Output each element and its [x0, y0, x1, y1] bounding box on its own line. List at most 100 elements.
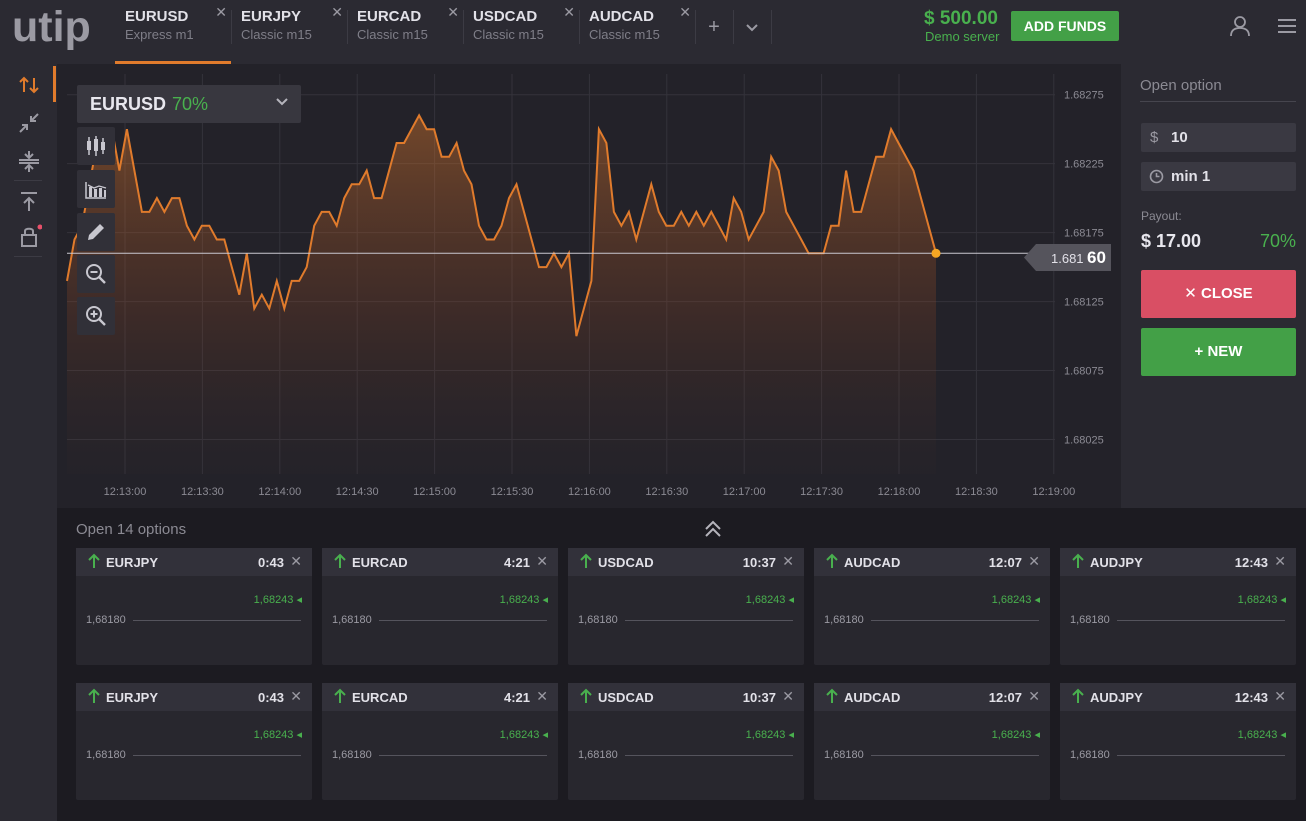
zoom-in-button[interactable] — [77, 297, 115, 335]
add-tab-button[interactable]: + — [699, 12, 729, 42]
option-current-price: 1,68243 ◂ — [499, 594, 548, 606]
arrow-up-icon — [580, 553, 592, 568]
tab-audcad[interactable]: AUDCAD Classic m15 ✕ — [579, 0, 695, 64]
top-bar: utip EURUSD Express m1 ✕ EURJPY Classic … — [0, 0, 1306, 64]
close-icon[interactable]: ✕ — [679, 4, 691, 21]
hamburger-icon[interactable] — [1277, 16, 1297, 36]
compress-icon[interactable] — [16, 148, 42, 174]
option-card[interactable]: AUDCAD 12:07 ✕ 1,68243 ◂ 1,68180 — [814, 548, 1050, 665]
option-card[interactable]: EURCAD 4:21 ✕ 1,68243 ◂ 1,68180 — [322, 548, 558, 665]
tab-symbol: EURUSD — [125, 8, 189, 25]
tab-eurusd[interactable]: EURUSD Express m1 ✕ — [115, 0, 231, 64]
tab-divider — [733, 10, 734, 44]
close-icon[interactable]: ✕ — [536, 688, 548, 705]
x-tick-label: 12:18:00 — [878, 486, 921, 498]
option-card[interactable]: USDCAD 10:37 ✕ 1,68243 ◂ 1,68180 — [568, 683, 804, 800]
close-icon[interactable]: ✕ — [782, 688, 794, 705]
current-price-dot — [931, 248, 941, 258]
option-time: 0:43 — [257, 555, 284, 570]
price-area-fill — [67, 115, 936, 475]
double-chevron-up-icon[interactable] — [701, 518, 725, 540]
close-icon[interactable]: ✕ — [1274, 553, 1286, 570]
close-icon[interactable]: ✕ — [290, 553, 302, 570]
arrow-up-icon — [1072, 553, 1084, 568]
tab-usdcad[interactable]: USDCAD Classic m15 ✕ — [463, 0, 579, 64]
x-tick-label: 12:14:30 — [336, 486, 379, 498]
option-card[interactable]: EURCAD 4:21 ✕ 1,68243 ◂ 1,68180 — [322, 683, 558, 800]
option-card[interactable]: EURJPY 0:43 ✕ 1,68243 ◂ 1,68180 — [76, 548, 312, 665]
option-price-line — [379, 755, 547, 756]
option-card[interactable]: AUDCAD 12:07 ✕ 1,68243 ◂ 1,68180 — [814, 683, 1050, 800]
asset-name: EURUSD — [90, 94, 167, 114]
option-card[interactable]: AUDJPY 12:43 ✕ 1,68243 ◂ 1,68180 — [1060, 548, 1296, 665]
option-card-header: USDCAD 10:37 ✕ — [568, 683, 804, 711]
x-tick-label: 12:17:00 — [723, 486, 766, 498]
chart-canvas[interactable]: 1.68275 1.68225 1.68175 1.68125 1.68075 1.680… — [57, 64, 1121, 508]
option-symbol: EURCAD — [352, 555, 408, 570]
option-current-price: 1,68243 ◂ — [991, 729, 1040, 741]
option-card-header: EURCAD 4:21 ✕ — [322, 683, 558, 711]
new-button[interactable]: + NEW — [1141, 328, 1296, 376]
draw-button[interactable] — [77, 213, 115, 251]
asset-payout: 70% — [172, 94, 209, 114]
balance: $ 500.00 — [924, 8, 998, 29]
close-icon[interactable]: ✕ — [1028, 688, 1040, 705]
duration-value: min 1 — [1171, 168, 1211, 185]
option-card[interactable]: USDCAD 10:37 ✕ 1,68243 ◂ 1,68180 — [568, 548, 804, 665]
up-down-arrows-icon[interactable] — [16, 72, 42, 98]
close-icon[interactable]: ✕ — [215, 4, 227, 21]
tab-eurjpy[interactable]: EURJPY Classic m15 ✕ — [231, 0, 347, 64]
tab-eurcad[interactable]: EURCAD Classic m15 ✕ — [347, 0, 463, 64]
option-time: 12:07 — [988, 555, 1022, 570]
tab-divider — [771, 10, 772, 44]
duration-input[interactable]: min 1 — [1141, 162, 1296, 191]
bars-icon — [85, 182, 107, 199]
close-icon[interactable]: ✕ — [1028, 553, 1040, 570]
option-card[interactable]: EURJPY 0:43 ✕ 1,68243 ◂ 1,68180 — [76, 683, 312, 800]
close-icon[interactable]: ✕ — [331, 4, 343, 21]
close-icon[interactable]: ✕ — [1274, 688, 1286, 705]
user-icon[interactable] — [1228, 14, 1252, 38]
tab-symbol: EURCAD — [357, 8, 422, 25]
close-button[interactable]: ✕ CLOSE — [1141, 270, 1296, 318]
option-time: 10:37 — [742, 690, 776, 705]
close-icon[interactable]: ✕ — [290, 688, 302, 705]
option-symbol: AUDJPY — [1090, 690, 1143, 705]
upload-icon[interactable] — [16, 188, 42, 214]
zoom-out-icon — [86, 264, 106, 284]
option-price-line — [1117, 755, 1285, 756]
more-tabs-button[interactable] — [737, 12, 767, 42]
arrow-up-icon — [88, 553, 100, 568]
price-chart[interactable]: 1.68275 1.68225 1.68175 1.68125 1.68075 1.680… — [57, 64, 1121, 508]
close-icon[interactable]: ✕ — [563, 4, 575, 21]
lock-icon[interactable] — [16, 224, 42, 250]
option-price-line — [1117, 620, 1285, 621]
add-funds-button[interactable]: ADD FUNDS — [1011, 11, 1119, 41]
zoom-out-button[interactable] — [77, 255, 115, 293]
option-current-price: 1,68243 ◂ — [253, 729, 302, 741]
x-tick-label: 12:13:00 — [104, 486, 147, 498]
tab-subtitle: Classic m15 — [357, 27, 428, 42]
amount-input[interactable]: $ 10 — [1141, 123, 1296, 152]
payout-percent: 70% — [1259, 231, 1296, 251]
close-icon[interactable]: ✕ — [782, 553, 794, 570]
option-card-header: EURJPY 0:43 ✕ — [76, 548, 312, 576]
candles-button[interactable] — [77, 127, 115, 165]
active-indicator — [53, 66, 56, 102]
close-icon[interactable]: ✕ — [447, 4, 459, 21]
arrow-up-icon — [334, 688, 346, 703]
asset-selector[interactable]: EURUSD 70% — [77, 85, 301, 123]
tab-subtitle: Classic m15 — [589, 27, 660, 42]
close-icon[interactable]: ✕ — [536, 553, 548, 570]
arrow-up-icon — [1072, 688, 1084, 703]
open-option-panel: Open option $ 10 min 1 Payout: $ 17.00 7… — [1121, 64, 1306, 508]
bars-button[interactable] — [77, 170, 115, 208]
option-current-price: 1,68243 ◂ — [991, 594, 1040, 606]
option-current-price: 1,68243 ◂ — [1237, 594, 1286, 606]
option-time: 4:21 — [503, 690, 530, 705]
x-tick-label: 12:19:00 — [1032, 486, 1075, 498]
option-card[interactable]: AUDJPY 12:43 ✕ 1,68243 ◂ 1,68180 — [1060, 683, 1296, 800]
shrink-arrows-icon[interactable] — [16, 110, 42, 136]
clock-icon — [1149, 169, 1164, 184]
x-tick-label: 12:13:30 — [181, 486, 224, 498]
